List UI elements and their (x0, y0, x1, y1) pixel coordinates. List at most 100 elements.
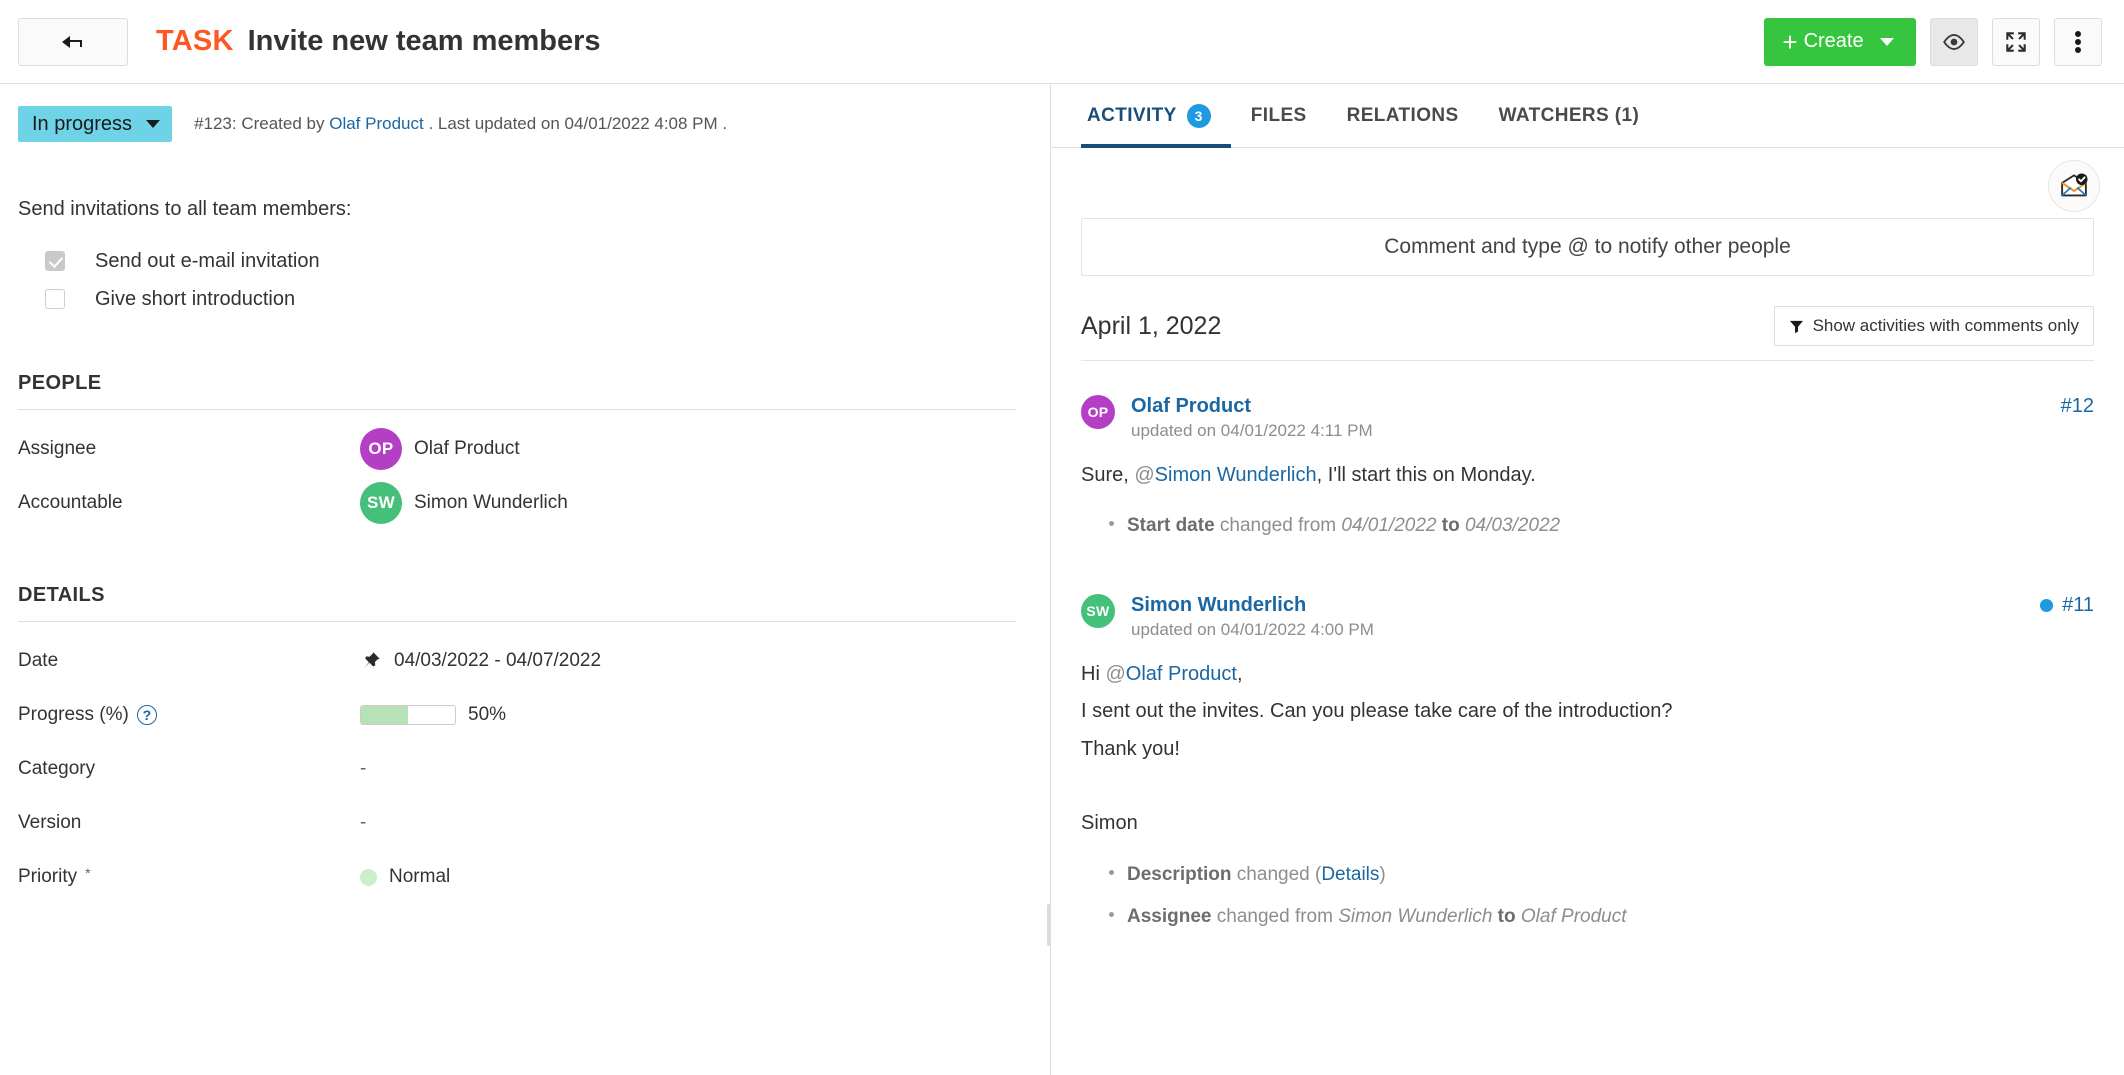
attribute-value-assignee[interactable]: OP Olaf Product (360, 428, 520, 470)
activity-count-badge: 3 (1187, 104, 1211, 128)
tab-bar: ACTIVITY 3 FILES RELATIONS WATCHERS (1) (1051, 84, 2124, 148)
activity-id-label: #12 (2061, 395, 2094, 418)
change-text: changed ( (1232, 864, 1322, 885)
tab-label: FILES (1251, 105, 1307, 127)
attribute-row-date: Date 04/03/2022 - 04/07/2022 (18, 634, 1016, 688)
activity-author-link[interactable]: Olaf Product (1131, 395, 1251, 417)
fullscreen-button[interactable] (1992, 18, 2040, 66)
checkbox-send-email[interactable] (45, 251, 65, 271)
description-text[interactable]: Send invitations to all team members: (18, 194, 1016, 224)
activity-entry: SW Simon Wunderlich updated on 04/01/202… (1081, 594, 2094, 939)
comment-line: I sent out the invites. Can you please t… (1081, 697, 2094, 725)
activity-timestamp: updated on 04/01/2022 4:00 PM (1131, 620, 1374, 640)
fullscreen-icon (2003, 29, 2029, 55)
checklist-item-label: Send out e-mail invitation (95, 250, 320, 273)
checkbox-give-introduction[interactable] (45, 289, 65, 309)
filter-icon (1789, 319, 1804, 334)
priority-label-text: Priority (18, 866, 77, 888)
plus-icon: + (1782, 29, 1797, 55)
tab-label: WATCHERS (1) (1499, 105, 1640, 127)
watch-button[interactable] (1930, 18, 1978, 66)
meta-author-link[interactable]: Olaf Product (329, 114, 424, 133)
create-button-label: Create (1804, 30, 1864, 53)
status-label: In progress (32, 113, 132, 136)
section-heading-people: PEOPLE (18, 372, 1016, 395)
tab-activity[interactable]: ACTIVITY 3 (1081, 85, 1231, 147)
checklist-item-label: Give short introduction (95, 288, 295, 311)
priority-color-dot (360, 869, 377, 886)
attribute-label: Version (18, 812, 360, 834)
activity-comment-body: Hi @Olaf Product, I sent out the invites… (1081, 660, 2094, 838)
change-field: Description (1127, 864, 1232, 885)
priority-value: Normal (389, 866, 450, 888)
change-mid: to (1492, 906, 1521, 927)
status-button[interactable]: In progress (18, 106, 172, 142)
more-vertical-icon (2074, 28, 2082, 56)
attribute-label: Priority * (18, 866, 360, 888)
attribute-label: Date (18, 650, 360, 672)
change-details-link[interactable]: Details (1321, 864, 1379, 885)
activity-comment-body: Sure, @Simon Wunderlich, I'll start this… (1081, 461, 2094, 489)
change-from: 04/01/2022 (1341, 515, 1436, 536)
avatar: SW (360, 482, 402, 524)
tab-watchers[interactable]: WATCHERS (1) (1479, 85, 1660, 147)
activity-author-link[interactable]: Simon Wunderlich (1131, 594, 1306, 616)
mention-link[interactable]: Simon Wunderlich (1155, 464, 1317, 486)
activity-author-block: Simon Wunderlich updated on 04/01/2022 4… (1131, 594, 1374, 640)
comment-line: Hi @Olaf Product, (1081, 660, 2094, 688)
attribute-value-version[interactable]: - (360, 812, 366, 834)
tab-files[interactable]: FILES (1231, 85, 1327, 147)
unread-indicator-dot (2040, 599, 2053, 612)
progress-bar[interactable] (360, 705, 456, 725)
change-to: Olaf Product (1521, 906, 1627, 927)
assignee-name: Olaf Product (414, 438, 520, 460)
comment-input[interactable]: Comment and type @ to notify other peopl… (1081, 218, 2094, 276)
attribute-value-accountable[interactable]: SW Simon Wunderlich (360, 482, 568, 524)
activity-id-link[interactable]: #12 (2061, 395, 2094, 418)
section-heading-details: DETAILS (18, 584, 1016, 607)
attribute-value-priority[interactable]: Normal (360, 866, 450, 888)
work-package-page: TASK Invite new team members + Create (0, 0, 2124, 1075)
back-button[interactable] (18, 18, 128, 66)
attribute-value-category[interactable]: - (360, 758, 366, 780)
checklist-item[interactable]: Give short introduction (18, 280, 1016, 318)
comment-line: Sure, @Simon Wunderlich, I'll start this… (1081, 461, 2094, 489)
filter-comments-only-button[interactable]: Show activities with comments only (1774, 306, 2094, 346)
eye-icon (1941, 29, 1967, 55)
chevron-down-icon (146, 120, 160, 128)
attribute-label: Category (18, 758, 360, 780)
change-text: changed from (1211, 906, 1338, 927)
date-value: 04/03/2022 - 04/07/2022 (394, 650, 601, 672)
more-menu-button[interactable] (2054, 18, 2102, 66)
comment-text-post: , I'll start this on Monday. (1317, 464, 1536, 486)
change-field: Start date (1127, 515, 1215, 536)
attribute-row-priority: Priority * Normal (18, 850, 1016, 904)
activity-id-link[interactable]: #11 (2040, 594, 2094, 617)
chevron-down-icon (1880, 38, 1894, 46)
arrow-back-icon (60, 34, 86, 50)
mark-all-read-button[interactable] (2048, 160, 2100, 212)
create-button[interactable]: + Create (1764, 18, 1916, 66)
help-circle-icon[interactable]: ? (137, 705, 157, 725)
avatar: OP (360, 428, 402, 470)
pin-icon (360, 650, 382, 672)
comment-placeholder: Comment and type @ to notify other peopl… (1384, 235, 1791, 259)
comment-line: Thank you! (1081, 735, 2094, 763)
accountable-name: Simon Wunderlich (414, 492, 568, 514)
mention-link[interactable]: Olaf Product (1126, 663, 1237, 685)
attribute-row-accountable: Accountable SW Simon Wunderlich (18, 476, 1016, 530)
activity-list: Comment and type @ to notify other peopl… (1051, 148, 2124, 1075)
required-indicator: * (85, 866, 90, 880)
activity-date-header-row: April 1, 2022 Show activities with comme… (1081, 306, 2094, 361)
attribute-value-progress[interactable]: 50% (360, 704, 506, 726)
attribute-value-date[interactable]: 04/03/2022 - 04/07/2022 (360, 650, 601, 672)
activity-header: SW Simon Wunderlich updated on 04/01/202… (1081, 594, 2094, 640)
meta-prefix: #123: Created by (194, 114, 324, 133)
checklist-item[interactable]: Send out e-mail invitation (18, 242, 1016, 280)
page-title: TASK Invite new team members (156, 25, 601, 58)
status-row: In progress #123: Created by Olaf Produc… (18, 106, 1016, 142)
toolbar-actions: + Create (1764, 18, 2102, 66)
tab-relations[interactable]: RELATIONS (1327, 85, 1479, 147)
avatar: SW (1081, 594, 1115, 628)
main-split: In progress #123: Created by Olaf Produc… (0, 84, 2124, 1075)
